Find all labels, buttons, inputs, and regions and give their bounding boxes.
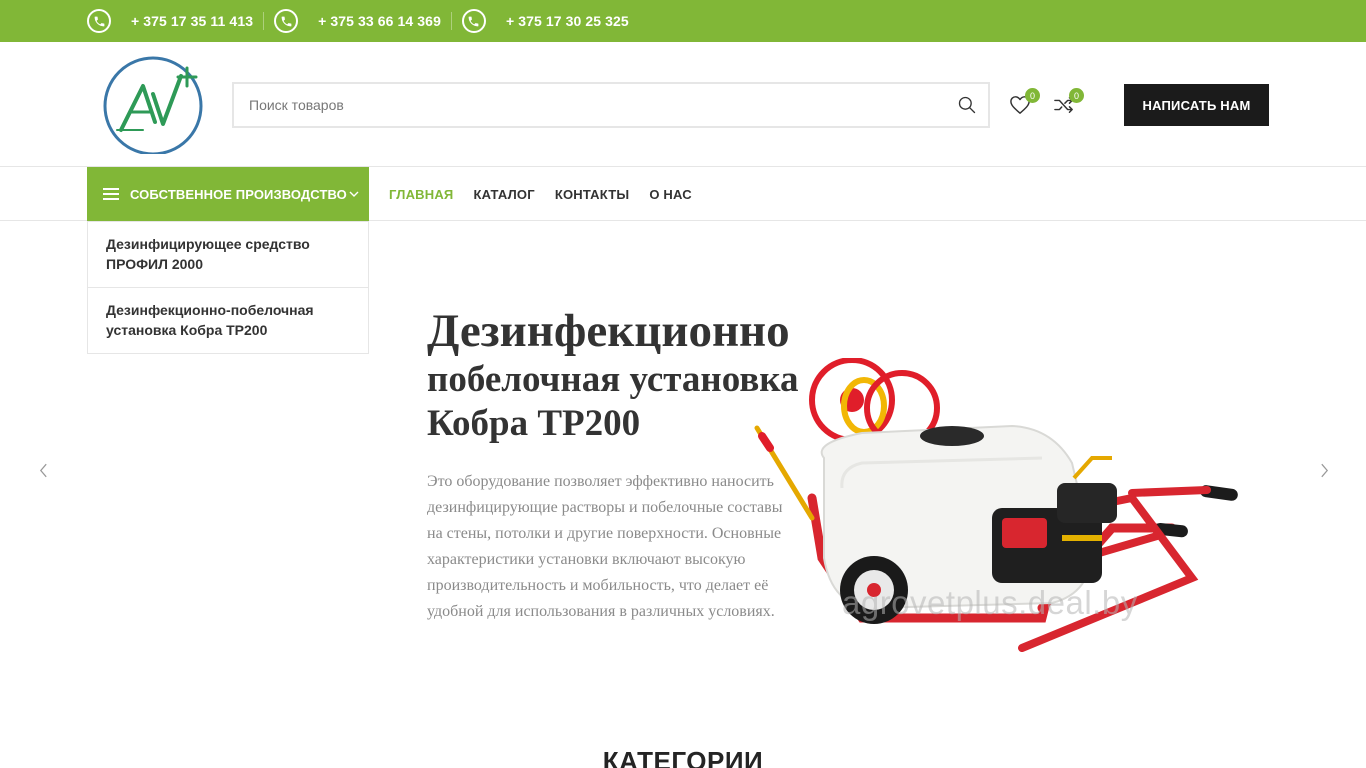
category-item-line: Дезинфицирующее средство <box>106 236 310 252</box>
phone-2[interactable]: + 375 33 66 14 369 <box>263 9 451 33</box>
search-input[interactable] <box>234 84 934 126</box>
category-item-kobra-tr200[interactable]: Дезинфекционно-побелочная установка Кобр… <box>88 287 368 353</box>
slider-prev-button[interactable] <box>35 459 51 481</box>
search-icon[interactable] <box>956 94 978 116</box>
chevron-left-icon <box>39 463 47 477</box>
categories-label: СОБСТВЕННОЕ ПРОИЗВОДСТВО <box>130 186 347 202</box>
phone-1[interactable]: + 375 17 35 11 413 <box>87 0 263 42</box>
menu-icon <box>103 188 119 200</box>
phone-icon <box>87 9 111 33</box>
wishlist-button[interactable]: 0 <box>1008 88 1040 116</box>
phone-icon <box>274 9 299 33</box>
menu: ГЛАВНАЯ КАТАЛОГ КОНТАКТЫ О НАС <box>389 167 712 221</box>
phone-icon <box>461 9 486 33</box>
phone-number: + 375 17 35 11 413 <box>131 13 254 29</box>
menu-item-catalog[interactable]: КАТАЛОГ <box>473 187 534 202</box>
chevron-down-icon <box>349 189 359 199</box>
section-title: КАТЕГОРИИ <box>602 746 764 768</box>
slide-title-line: Кобра ТР200 <box>427 403 641 444</box>
phone-number: + 375 17 30 25 325 <box>505 13 629 29</box>
menu-item-about[interactable]: О НАС <box>649 187 692 202</box>
category-item-profil-2000[interactable]: Дезинфицирующее средство ПРОФИЛ 2000 <box>88 222 368 287</box>
slider-next-button[interactable] <box>1316 459 1332 481</box>
categories-toggle[interactable]: СОБСТВЕННОЕ ПРОИЗВОДСТВО <box>87 167 369 221</box>
categories-dropdown: Дезинфицирующее средство ПРОФИЛ 2000 Дез… <box>87 221 369 354</box>
header: 0 0 НАПИСАТЬ НАМ <box>0 42 1366 167</box>
slide-title: Дезинфекционно побелочная установка Кобр… <box>427 304 799 446</box>
top-bar: + 375 17 35 11 413 + 375 33 66 14 369 + … <box>0 0 1366 42</box>
search-box <box>232 82 990 128</box>
category-item-line: Дезинфекционно-побелочная <box>106 302 314 318</box>
compare-button[interactable]: 0 <box>1052 88 1084 116</box>
phone-list: + 375 17 35 11 413 + 375 33 66 14 369 + … <box>87 0 639 42</box>
main-navigation: СОБСТВЕННОЕ ПРОИЗВОДСТВО ГЛАВНАЯ КАТАЛОГ… <box>0 167 1366 221</box>
site-logo[interactable] <box>103 56 205 156</box>
chevron-right-icon <box>1320 463 1328 477</box>
slide-description: Это оборудование позволяет эффективно на… <box>427 473 783 620</box>
menu-item-contacts[interactable]: КОНТАКТЫ <box>555 187 629 202</box>
phone-number: + 375 33 66 14 369 <box>318 13 441 29</box>
slide-title-line: Дезинфекционно <box>427 305 790 357</box>
category-item-line: ПРОФИЛ 2000 <box>106 256 203 272</box>
slide-title-line: побелочная установка <box>427 359 799 400</box>
menu-item-home[interactable]: ГЛАВНАЯ <box>389 187 453 202</box>
wishlist-count-badge: 0 <box>1025 88 1040 103</box>
compare-count-badge: 0 <box>1069 88 1084 103</box>
contact-us-button[interactable]: НАПИСАТЬ НАМ <box>1124 84 1269 126</box>
category-item-line: установка Кобра ТР200 <box>106 322 268 338</box>
image-watermark: agrovetplus.deal.by <box>842 584 1138 621</box>
phone-3[interactable]: + 375 17 30 25 325 <box>450 9 639 33</box>
